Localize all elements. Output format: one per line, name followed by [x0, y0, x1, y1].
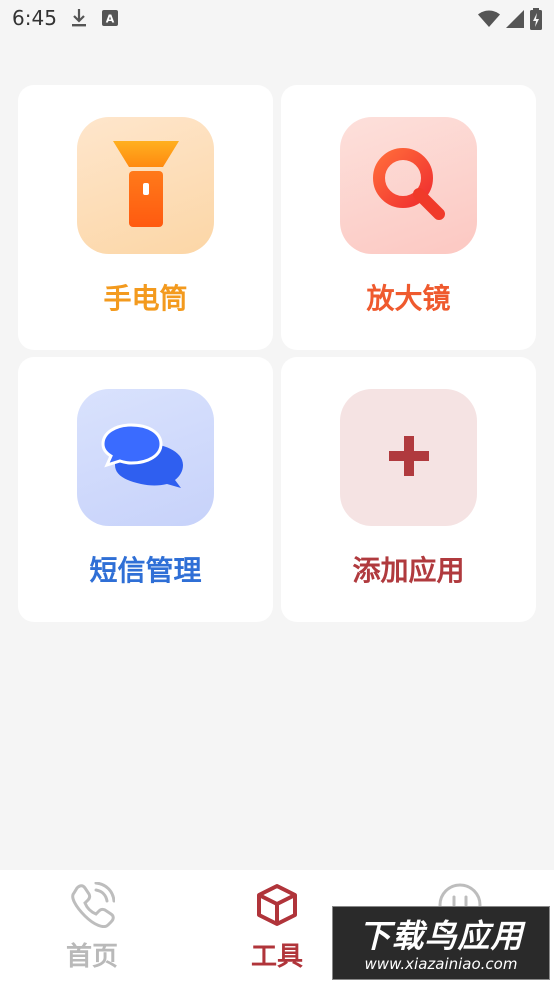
magnifier-icon	[367, 142, 451, 230]
phone-icon	[69, 881, 116, 932]
nav-tools[interactable]: 工具	[217, 884, 337, 973]
status-time: 6:45	[12, 6, 57, 30]
plus-icon	[388, 435, 429, 480]
svg-text:A: A	[106, 13, 115, 26]
flashlight-card[interactable]: 手电筒	[18, 85, 273, 350]
signal-icon	[506, 10, 524, 32]
add-app-tile	[340, 389, 477, 526]
watermark: 下载鸟应用 www.xiazainiao.com	[332, 906, 550, 980]
watermark-url: www.xiazainiao.com	[364, 955, 518, 973]
nav-home-label: 首页	[65, 942, 118, 972]
tool-grid: 手电筒 放大镜 短信管理 添加应用	[18, 85, 536, 622]
add-app-label: 添加应用	[352, 554, 465, 587]
flashlight-tile	[77, 117, 214, 254]
magnifier-label: 放大镜	[366, 282, 451, 315]
wifi-icon	[478, 10, 500, 32]
flashlight-icon	[111, 139, 181, 233]
magnifier-card[interactable]: 放大镜	[281, 85, 536, 350]
sms-manager-label: 短信管理	[89, 554, 202, 587]
sms-manager-card[interactable]: 短信管理	[18, 357, 273, 622]
nav-tools-label: 工具	[250, 942, 303, 972]
sms-manager-tile	[77, 389, 214, 526]
download-icon	[70, 8, 88, 32]
watermark-title: 下载鸟应用	[358, 917, 524, 955]
cube-icon	[255, 883, 299, 931]
text-a-icon: A	[102, 10, 118, 30]
status-bar: 6:45 A	[0, 0, 554, 38]
magnifier-tile	[340, 117, 477, 254]
nav-home[interactable]: 首页	[32, 881, 152, 973]
battery-charging-icon	[530, 8, 542, 34]
chat-bubbles-icon	[100, 421, 191, 495]
add-app-card[interactable]: 添加应用	[281, 357, 536, 622]
flashlight-label: 手电筒	[103, 282, 188, 315]
